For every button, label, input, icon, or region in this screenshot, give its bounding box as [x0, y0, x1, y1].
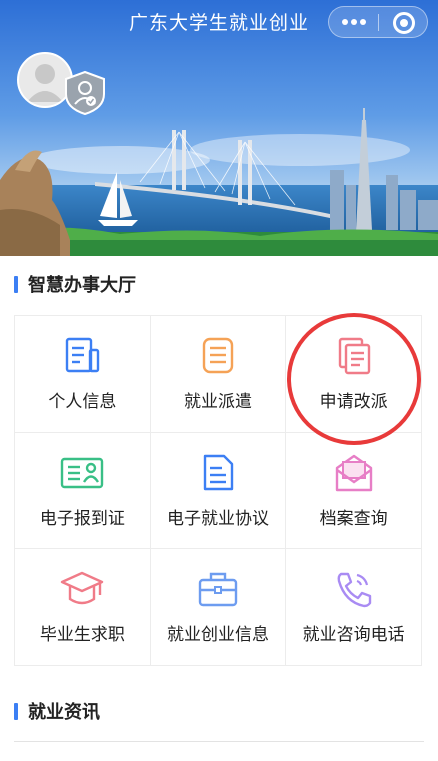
list-document-icon — [202, 337, 234, 374]
document-icon — [66, 337, 100, 373]
grid-item-apply-reassignment[interactable]: 申请改派 — [286, 316, 422, 433]
envelope-icon — [335, 454, 372, 491]
top-navigation-bar: 广东大学生就业创业 — [0, 0, 438, 46]
grid-item-label: 档案查询 — [319, 508, 388, 529]
section-news-header: 就业资讯 — [14, 700, 100, 723]
grid-item-label: 个人信息 — [48, 392, 117, 412]
grid-item-archive-query[interactable]: 档案查询 — [286, 432, 422, 550]
more-dots-icon[interactable] — [329, 7, 378, 37]
grid-item-employment-consult-phone[interactable]: 就业咨询电话 — [286, 549, 422, 666]
grid-item-label: 电子就业协议 — [166, 508, 269, 529]
section-hall-header: 智慧办事大厅 — [14, 273, 136, 296]
graduation-cap-icon — [61, 572, 104, 605]
verified-shield-icon — [64, 70, 106, 116]
grid-item-label: 毕业生求职 — [39, 625, 125, 646]
grid-item-label: 电子报到证 — [39, 508, 125, 529]
copy-document-icon — [338, 337, 370, 375]
grid-item-employment-entrepreneurship-info[interactable]: 就业创业信息 — [150, 549, 287, 666]
grid-item-graduate-job-seeking[interactable]: 毕业生求职 — [15, 549, 151, 666]
grid-item-electronic-registration-cert[interactable]: 电子报到证 — [15, 432, 151, 550]
grid-item-label: 就业创业信息 — [166, 625, 269, 646]
target-close-icon[interactable] — [379, 7, 427, 37]
grid-item-employment-dispatch[interactable]: 就业派遣 — [150, 316, 287, 433]
section-hall-title: 智慧办事大厅 — [28, 275, 136, 296]
grid-item-personal-info[interactable]: 个人信息 — [15, 316, 151, 433]
section-news-title: 就业资讯 — [28, 702, 100, 723]
grid-item-electronic-employment-agreement[interactable]: 电子就业协议 — [150, 432, 287, 550]
grid-item-label: 就业咨询电话 — [302, 625, 405, 646]
section-accent-bar — [14, 702, 18, 720]
phone-icon — [337, 573, 371, 608]
agreement-document-icon — [203, 454, 234, 490]
mini-program-capsule — [328, 6, 428, 38]
grid-item-label: 就业派遣 — [183, 392, 252, 412]
section-divider — [14, 741, 424, 742]
grid-item-label: 申请改派 — [319, 392, 388, 412]
service-grid: 个人信息 就业派遣 申请改派 电子报到证 电子就业协议 档案查询 毕业生求职 就… — [14, 315, 422, 666]
id-card-icon — [61, 457, 104, 488]
section-accent-bar — [14, 275, 18, 293]
briefcase-icon — [198, 573, 238, 607]
